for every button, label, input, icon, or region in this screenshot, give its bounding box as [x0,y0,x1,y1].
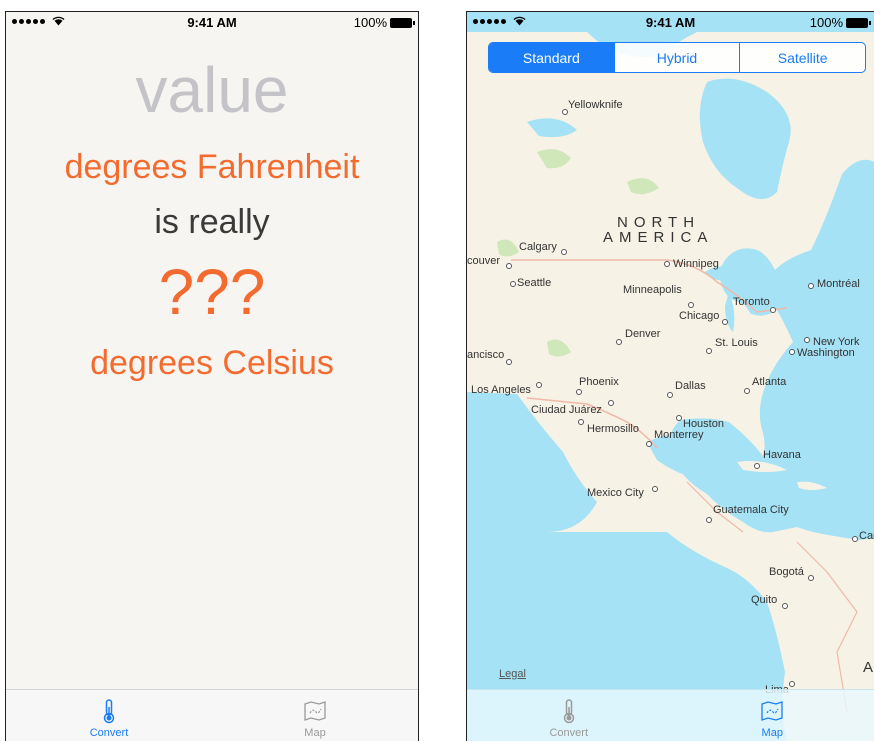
city-label: ancisco [467,349,504,361]
tab-label: Convert [549,727,589,739]
city-label: Minneapolis [623,284,682,296]
continent-label-line2: AMERICA [603,229,713,246]
map-icon [304,701,326,721]
connector-text: is really [154,203,270,241]
tab-map[interactable]: Map [671,690,874,741]
map-type-segmented-control: Standard Hybrid Satellite [488,42,866,73]
map-view[interactable]: NORTH AMERICA Yellowknife Calgary couver… [467,12,874,741]
celsius-result: ??? [158,256,266,328]
tab-label: Map [304,727,326,739]
conversion-panel: degrees Fahrenheit is really ??? degrees… [6,52,418,383]
segment-satellite[interactable]: Satellite [739,43,865,72]
city-label: Toronto [733,296,770,308]
fahrenheit-value-input[interactable] [6,52,418,128]
city-label: Calgary [519,241,557,253]
city-label: Ciudad Juárez [531,404,602,416]
battery-icon [846,17,871,28]
battery-icon [390,17,415,28]
continent-label-partial: A [863,659,873,676]
city-label: Monterrey [654,429,704,441]
map-screen: NORTH AMERICA Yellowknife Calgary couver… [466,11,874,741]
segment-standard[interactable]: Standard [489,43,614,72]
tab-map[interactable]: Map [212,690,418,741]
city-label: Seattle [517,277,551,289]
to-unit-label: degrees Celsius [90,344,334,382]
city-label: couver [467,255,500,267]
from-unit-label: degrees Fahrenheit [64,148,360,186]
city-label: Phoenix [579,376,619,388]
tab-convert[interactable]: Convert [467,690,671,741]
city-label: Mexico City [587,487,644,499]
legal-link[interactable]: Legal [499,668,526,680]
city-label: Car [859,530,874,542]
city-label: St. Louis [715,337,758,349]
city-label: Bogotá [769,566,805,578]
city-label: Winnipeg [673,258,719,270]
city-label: Quito [751,594,777,606]
city-label: Washington [797,347,855,359]
segment-hybrid[interactable]: Hybrid [613,43,740,72]
city-label: Yellowknife [568,99,623,111]
tab-bar: Convert Map [6,689,418,741]
tab-label: Map [761,727,783,739]
battery-percent: 100% [809,15,843,30]
city-label: Guatemala City [713,504,789,516]
city-label: Atlanta [752,376,787,388]
city-label: Hermosillo [587,423,639,435]
city-label: Dallas [675,380,706,392]
city-label: Havana [763,449,802,461]
tab-convert[interactable]: Convert [6,690,212,741]
battery-percent: 100% [353,15,387,30]
thermometer-icon [103,699,115,724]
status-bar: 9:41 AM 100% [6,12,418,32]
tab-bar: Convert Map [467,689,874,741]
city-label: Los Angeles [471,384,531,396]
city-label: Denver [625,328,661,340]
map-icon [761,701,783,721]
status-bar: 9:41 AM 100% [467,12,874,32]
city-label: Chicago [679,310,719,322]
city-label: Montréal [817,278,860,290]
thermometer-icon [563,699,574,724]
convert-screen: 9:41 AM 100% degrees Fahrenheit is reall… [5,11,419,741]
tab-label: Convert [89,727,129,739]
